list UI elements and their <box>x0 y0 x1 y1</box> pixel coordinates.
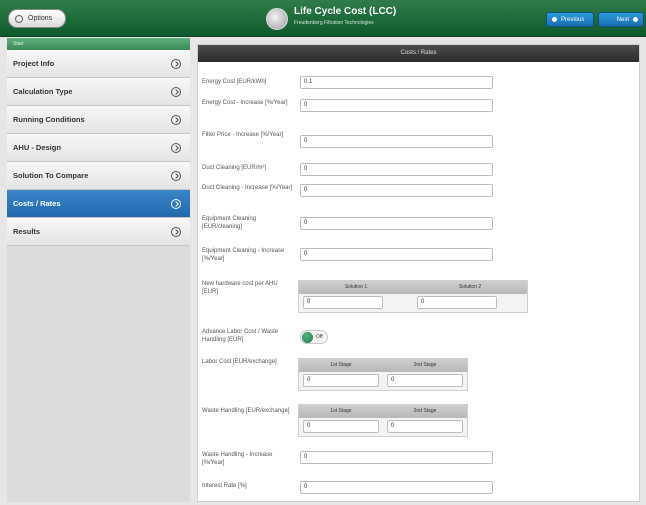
duct-cleaning-increase-label: Duct Cleaning - Increase [%/Year] <box>202 185 293 191</box>
toggle-label: Off <box>316 334 323 340</box>
waste-handling-label: Waste Handling [EUR/exchange] <box>202 408 290 414</box>
sidebar-start[interactable]: Start <box>7 38 190 50</box>
sidebar-item-results[interactable]: Results <box>7 218 190 246</box>
sidebar-item-label: Results <box>13 227 41 236</box>
options-label: Options <box>28 15 53 22</box>
sidebar-item-label: Running Conditions <box>13 115 85 124</box>
waste-handling-stage-2-input[interactable]: 0 <box>387 420 463 433</box>
advanced-labor-label: Advance Labor Cost / Waste Handling [EUR… <box>202 329 279 343</box>
previous-icon <box>552 17 557 22</box>
duct-cleaning-label: Duct Cleaning [EUR/m²] <box>202 165 267 171</box>
hardware-cost-label: New hardware cost per AHU [EUR] <box>202 281 278 295</box>
chevron-right-icon <box>171 227 181 237</box>
app-subtitle: Freudenberg Filtration Technologies <box>294 20 374 26</box>
sidebar-item-project-info[interactable]: Project Info <box>7 50 190 78</box>
interest-rate-input[interactable]: 0 <box>300 481 493 494</box>
sidebar: Start Project Info Calculation Type Runn… <box>7 38 190 502</box>
column-header: 2nd Stage <box>413 408 437 414</box>
equipment-cleaning-increase-label: Equipment Cleaning - Increase [%/Year] <box>202 248 285 262</box>
energy-increase-input[interactable]: 0 <box>300 99 493 112</box>
next-label: Next <box>616 16 629 23</box>
filter-price-increase-input[interactable]: 0 <box>300 135 493 148</box>
app-title: Life Cycle Cost (LCC) <box>294 6 397 17</box>
previous-button[interactable]: Previous <box>546 12 594 27</box>
duct-cleaning-increase-input[interactable]: 0 <box>300 184 493 197</box>
duct-cleaning-input[interactable]: 0 <box>300 163 493 176</box>
labor-cost-stage-1-input[interactable]: 0 <box>303 374 379 387</box>
column-header: Solution 1 <box>344 284 368 290</box>
waste-increase-input[interactable]: 0 <box>300 451 493 464</box>
interest-rate-label: Interest Rate [%] <box>202 483 247 489</box>
hardware-cost-solution-2-input[interactable]: 0 <box>417 296 497 309</box>
panel-title: Costs / Rates <box>198 45 639 62</box>
column-header: 1st Stage <box>330 408 352 414</box>
advanced-labor-toggle[interactable]: Off <box>300 330 328 344</box>
labor-cost-label: Labor Cost [EUR/exchange] <box>202 359 277 365</box>
energy-increase-label: Energy Cost - Increase [%/Year] <box>202 100 288 106</box>
labor-cost-table: 1st Stage 2nd Stage 0 0 <box>298 358 468 391</box>
sidebar-item-costs-rates[interactable]: Costs / Rates <box>7 190 190 218</box>
next-button[interactable]: Next <box>598 12 644 27</box>
column-header: 1st Stage <box>330 362 352 368</box>
column-header: Solution 2 <box>458 284 482 290</box>
header-bar: Options Life Cycle Cost (LCC) Freudenber… <box>0 0 646 37</box>
energy-cost-input[interactable]: 0.1 <box>300 76 493 89</box>
labor-cost-stage-2-input[interactable]: 0 <box>387 374 463 387</box>
options-button[interactable]: Options <box>8 9 66 28</box>
app-logo-icon <box>266 8 288 30</box>
equipment-cleaning-increase-input[interactable]: 0 <box>300 248 493 261</box>
waste-handling-table: 1st Stage 2nd Stage 0 0 <box>298 404 468 437</box>
toggle-knob <box>302 332 313 343</box>
energy-cost-label: Energy Cost [EUR/kWh] <box>202 79 267 85</box>
column-header: 2nd Stage <box>413 362 437 368</box>
equipment-cleaning-input[interactable]: 0 <box>300 217 493 230</box>
chevron-right-icon <box>171 115 181 125</box>
sidebar-item-label: Costs / Rates <box>13 199 61 208</box>
sidebar-item-solution-to-compare[interactable]: Solution To Compare <box>7 162 190 190</box>
app-window: Options Life Cycle Cost (LCC) Freudenber… <box>0 0 646 505</box>
options-icon <box>15 14 23 23</box>
sidebar-item-label: AHU - Design <box>13 143 61 152</box>
chevron-right-icon <box>171 143 181 153</box>
sidebar-item-label: Project Info <box>13 59 55 68</box>
sidebar-item-calculation-type[interactable]: Calculation Type <box>7 78 190 106</box>
waste-handling-stage-1-input[interactable]: 0 <box>303 420 379 433</box>
chevron-right-icon <box>171 87 181 97</box>
hardware-cost-table: Solution 1 Solution 2 0 0 <box>298 280 528 313</box>
next-icon <box>633 17 638 22</box>
waste-increase-label: Waste Handling - Increase [%/Year] <box>202 452 273 466</box>
sidebar-item-running-conditions[interactable]: Running Conditions <box>7 106 190 134</box>
chevron-right-icon <box>171 199 181 209</box>
sidebar-item-label: Calculation Type <box>13 87 73 96</box>
sidebar-item-ahu-design[interactable]: AHU - Design <box>7 134 190 162</box>
filter-price-increase-label: Filter Price - Increase [%/Year] <box>202 132 284 138</box>
chevron-right-icon <box>171 171 181 181</box>
equipment-cleaning-label: Equipment Cleaning [EUR/cleaning] <box>202 216 257 230</box>
hardware-cost-solution-1-input[interactable]: 0 <box>303 296 383 309</box>
costs-rates-panel: Costs / Rates Energy Cost [EUR/kWh] 0.1 … <box>197 44 640 502</box>
chevron-right-icon <box>171 59 181 69</box>
sidebar-item-label: Solution To Compare <box>13 171 89 180</box>
previous-label: Previous <box>561 16 585 23</box>
